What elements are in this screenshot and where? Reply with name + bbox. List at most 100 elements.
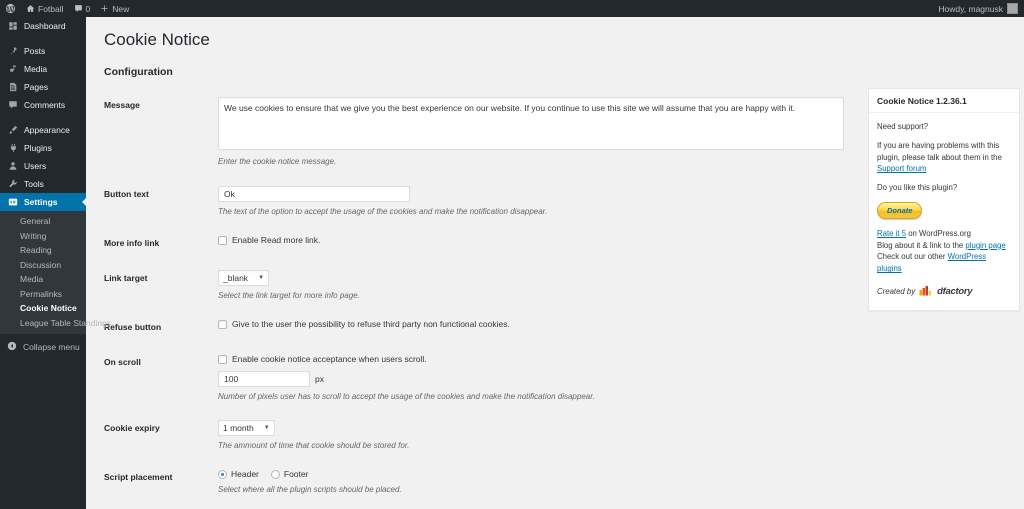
more-info-link-checkbox-label: Enable Read more link. — [232, 234, 321, 245]
sidebar-item-media[interactable]: Media — [0, 60, 86, 78]
row-message: Message We use cookies to ensure that we… — [98, 88, 858, 176]
section-title: Configuration — [104, 66, 173, 79]
home-icon — [26, 4, 35, 13]
cookie-expiry-value: 1 month — [223, 422, 254, 433]
on-scroll-checkbox-label: Enable cookie notice acceptance when use… — [232, 354, 427, 365]
pin-icon — [7, 46, 18, 57]
script-placement-radio-footer[interactable] — [270, 470, 280, 480]
sidebar-item-settings[interactable]: Settings — [0, 193, 87, 211]
other-prefix: Check out our other — [877, 252, 948, 262]
message-textarea[interactable]: We use cookies to ensure that we give yo… — [218, 97, 844, 151]
row-deactivation: Deactivation Enable if you want all plug… — [98, 504, 858, 509]
submenu-item-media[interactable]: Media — [0, 272, 86, 287]
refuse-button-checkbox[interactable] — [218, 320, 227, 329]
label-cookie-expiry: Cookie expiry — [104, 422, 160, 433]
sidebar-item-label: Pages — [24, 82, 49, 92]
script-placement-option-footer[interactable]: Footer — [270, 469, 309, 480]
sidebar-item-users[interactable]: Users — [0, 157, 86, 175]
media-icon — [7, 64, 18, 75]
script-placement-label-footer: Footer — [283, 469, 309, 480]
sidebar-item-label: Settings — [24, 197, 58, 207]
row-refuse-button: Refuse button Give to the user the possi… — [98, 310, 858, 345]
on-scroll-checkbox-row[interactable]: Enable cookie notice acceptance when use… — [218, 354, 850, 365]
submenu-item-cookie-notice[interactable]: Cookie Notice — [0, 301, 86, 316]
label-script-placement: Script placement — [104, 472, 173, 483]
on-scroll-description: Number of pixels user has to scroll to a… — [218, 391, 595, 401]
support-heading: Need support? — [877, 122, 929, 132]
script-placement-option-header[interactable]: Header — [218, 469, 259, 480]
comments-menu[interactable]: 0 — [69, 0, 96, 17]
avatar — [1007, 3, 1018, 14]
message-description: Enter the cookie notice message. — [218, 157, 337, 167]
other-line: Check out our other WordPress plugins — [877, 251, 1011, 274]
sidebar-item-pages[interactable]: Pages — [0, 78, 86, 96]
submenu-item-discussion[interactable]: Discussion — [0, 258, 86, 273]
new-label: New — [112, 3, 130, 14]
label-on-scroll: On scroll — [104, 357, 141, 368]
button-text-input[interactable] — [218, 185, 410, 202]
sidebar-item-label: Users — [24, 161, 47, 171]
comment-icon — [7, 100, 18, 111]
submenu-item-general[interactable]: General — [0, 214, 86, 229]
more-info-link-checkbox-row[interactable]: Enable Read more link. — [218, 235, 850, 246]
refuse-button-checkbox-row[interactable]: Give to the user the possibility to refu… — [218, 319, 850, 330]
link-target-value: _blank — [223, 272, 249, 283]
sidebar-item-comments[interactable]: Comments — [0, 96, 86, 114]
rate-line: Rate it 5 on WordPress.org — [877, 228, 1011, 240]
menu-separator — [0, 114, 86, 121]
script-placement-radio-group: Header Footer — [218, 469, 850, 480]
collapse-menu-button[interactable]: Collapse menu — [0, 338, 86, 356]
link-target-description: Select the link target for more info pag… — [218, 290, 360, 300]
submenu-item-reading[interactable]: Reading — [0, 243, 86, 258]
wp-logo-menu[interactable] — [0, 0, 21, 17]
row-script-placement: Script placement Header Footer Select wh… — [98, 460, 858, 504]
link-target-select[interactable]: _blank ▼ — [218, 269, 270, 286]
plugin-links: Rate it 5 on WordPress.org Blog about it… — [877, 228, 1011, 275]
site-name-label: Fotball — [38, 3, 64, 14]
dfactory-brand-label: dfactory — [937, 286, 973, 298]
site-name-menu[interactable]: Fotball — [21, 0, 69, 17]
rate-it-link[interactable]: Rate it 5 — [877, 229, 906, 238]
sidebar-item-label: Dashboard — [24, 21, 66, 31]
rate-suffix: on WordPress.org — [906, 229, 971, 239]
users-icon — [7, 161, 18, 172]
label-button-text: Button text — [104, 188, 149, 199]
support-forum-link[interactable]: Support forum — [877, 164, 926, 173]
like-heading: Do you like this plugin? — [877, 183, 958, 193]
page-icon — [7, 82, 18, 93]
submenu-item-league-table-standings[interactable]: League Table Standings — [0, 316, 111, 331]
submenu-item-writing[interactable]: Writing — [0, 229, 86, 244]
support-text-prefix: If you are having problems with this plu… — [877, 141, 1002, 162]
postbox-title: Cookie Notice 1.2.36.1 — [869, 89, 1019, 114]
collapse-arrow-icon — [7, 341, 17, 353]
more-info-link-checkbox[interactable] — [218, 235, 227, 245]
brush-icon — [7, 125, 18, 136]
admin-bar: Fotball 0 New Howdy, magnusk — [0, 0, 1024, 17]
label-link-target: Link target — [104, 272, 148, 283]
new-content-menu[interactable]: New — [95, 0, 134, 17]
row-cookie-expiry: Cookie expiry 1 month ▼ The ammount of t… — [98, 411, 858, 460]
account-menu[interactable]: Howdy, magnusk — [938, 3, 1024, 14]
cookie-expiry-select[interactable]: 1 month ▼ — [218, 419, 275, 436]
on-scroll-checkbox[interactable] — [218, 355, 227, 365]
row-on-scroll: On scroll Enable cookie notice acceptanc… — [98, 345, 858, 411]
settings-icon — [7, 197, 18, 208]
cookie-expiry-description: The ammount of time that cookie should b… — [218, 440, 410, 450]
sidebar-item-label: Plugins — [24, 143, 52, 153]
script-placement-radio-header[interactable] — [218, 470, 227, 480]
sidebar-item-posts[interactable]: Posts — [0, 42, 86, 60]
sidebar-item-dashboard[interactable]: Dashboard — [0, 17, 86, 35]
menu-separator — [0, 35, 86, 42]
submenu-item-permalinks[interactable]: Permalinks — [0, 287, 86, 302]
sidebar-item-label: Comments — [24, 100, 66, 110]
sidebar-item-tools[interactable]: Tools — [0, 175, 86, 193]
donate-button[interactable]: Donate — [877, 201, 923, 220]
plugin-page-link[interactable]: plugin page — [965, 241, 1005, 250]
plug-icon — [7, 143, 18, 154]
sidebar-item-plugins[interactable]: Plugins — [0, 139, 86, 157]
sidebar-item-appearance[interactable]: Appearance — [0, 121, 86, 139]
dfactory-logo-icon — [919, 285, 933, 300]
admin-sidebar: Dashboard Posts Media Pages Comments App… — [0, 17, 111, 509]
on-scroll-offset-input[interactable] — [218, 370, 310, 387]
sidebar-item-label: Appearance — [24, 125, 70, 135]
